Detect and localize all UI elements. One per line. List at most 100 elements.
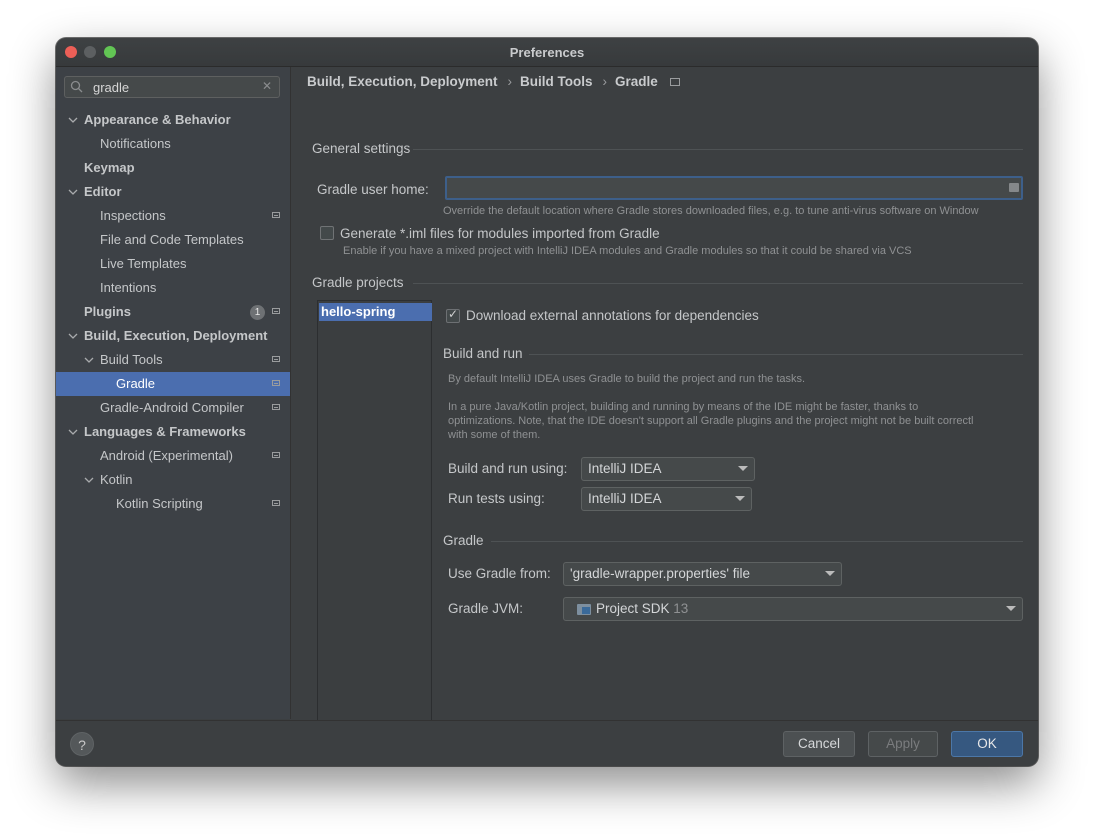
gradle-jvm-value: Project SDK [596, 601, 670, 616]
build-run-using-value: IntelliJ IDEA [588, 461, 662, 476]
window-title: Preferences [509, 45, 585, 60]
project-list-item[interactable]: hello-spring [319, 303, 432, 321]
sidebar-item-notifications[interactable]: Notifications [56, 132, 290, 156]
chevron-down-icon [738, 466, 748, 471]
sidebar-item-label: Notifications [100, 136, 171, 151]
build-run-using-label: Build and run using: [448, 461, 568, 476]
dialog-footer: ? Cancel Apply OK [56, 720, 1038, 766]
sidebar-item-build-tools[interactable]: Build Tools [56, 348, 290, 372]
use-gradle-from-dropdown[interactable]: 'gradle-wrapper.properties' file [563, 562, 842, 586]
use-gradle-from-label: Use Gradle from: [448, 566, 551, 581]
sidebar-item-label: Languages & Frameworks [84, 424, 246, 439]
sidebar-item-label: File and Code Templates [100, 232, 244, 247]
build-run-using-dropdown[interactable]: IntelliJ IDEA [581, 457, 755, 481]
project-level-icon [272, 356, 280, 362]
breadcrumb: Build, Execution, Deployment › Build Tools… [307, 74, 686, 92]
project-level-icon [272, 308, 280, 314]
sidebar-item-label: Editor [84, 184, 122, 199]
breadcrumb-separator-icon: › [602, 74, 608, 89]
general-settings-header: General settings [312, 141, 411, 156]
clear-search-icon[interactable]: ✕ [262, 79, 272, 93]
gradle-user-home-field[interactable] [445, 176, 1023, 200]
sidebar-item-live-templates[interactable]: Live Templates [56, 252, 290, 276]
gradle-user-home-label: Gradle user home: [317, 182, 429, 197]
updates-count-badge: 1 [250, 305, 265, 320]
build-run-detail-line: In a pure Java/Kotlin project, building … [448, 401, 919, 413]
sidebar-item-label: Gradle [116, 376, 156, 391]
sidebar-item-appearance-behavior[interactable]: Appearance & Behavior [56, 108, 290, 132]
help-button[interactable]: ? [70, 732, 94, 756]
sidebar-item-keymap[interactable]: Keymap [56, 156, 290, 180]
settings-search-box[interactable]: ✕ [64, 76, 280, 98]
project-sdk-icon [577, 604, 591, 615]
run-tests-using-label: Run tests using: [448, 491, 545, 506]
sidebar-item-label: Gradle-Android Compiler [100, 400, 244, 415]
project-level-icon [669, 78, 680, 87]
run-tests-using-dropdown[interactable]: IntelliJ IDEA [581, 487, 752, 511]
chevron-down-icon[interactable] [68, 324, 78, 348]
build-run-detail-line: optimizations. Note, that the IDE doesn'… [448, 415, 974, 427]
sidebar-item-label: Kotlin [100, 472, 133, 487]
browse-folder-icon[interactable] [1009, 183, 1019, 192]
sidebar-item-gradle-android-compiler[interactable]: Gradle-Android Compiler [56, 396, 290, 420]
chevron-down-icon [825, 571, 835, 576]
sidebar-item-label: Live Templates [100, 256, 187, 271]
settings-sidebar: ✕ Appearance & Behavior Notifications Keym… [56, 67, 291, 719]
title-bar: Preferences [56, 38, 1038, 67]
sidebar-item-build-execution-deployment[interactable]: Build, Execution, Deployment [56, 324, 290, 348]
chevron-down-icon[interactable] [84, 468, 94, 492]
sidebar-item-label: Inspections [100, 208, 166, 223]
gradle-user-home-hint: Override the default location where Grad… [443, 205, 979, 217]
section-divider [413, 283, 1023, 284]
gradle-projects-list[interactable]: hello-spring [317, 300, 432, 725]
download-annotations-label: Download external annotations for depend… [466, 308, 759, 323]
sidebar-item-plugins[interactable]: Plugins 1 [56, 300, 290, 324]
sidebar-item-file-and-code-templates[interactable]: File and Code Templates [56, 228, 290, 252]
chevron-down-icon [735, 496, 745, 501]
sidebar-item-languages-frameworks[interactable]: Languages & Frameworks [56, 420, 290, 444]
breadcrumb-item: Build, Execution, Deployment [307, 74, 498, 89]
section-divider [529, 354, 1023, 355]
sidebar-item-gradle[interactable]: Gradle [56, 372, 290, 396]
project-level-icon [272, 404, 280, 410]
sidebar-item-label: Keymap [84, 160, 135, 175]
use-gradle-from-value: 'gradle-wrapper.properties' file [570, 566, 750, 581]
generate-iml-checkbox[interactable] [320, 226, 334, 240]
sidebar-item-label: Build, Execution, Deployment [84, 328, 268, 343]
sidebar-item-kotlin[interactable]: Kotlin [56, 468, 290, 492]
settings-tree: Appearance & Behavior Notifications Keymap… [56, 108, 290, 516]
sidebar-item-inspections[interactable]: Inspections [56, 204, 290, 228]
breadcrumb-separator-icon: › [507, 74, 513, 89]
generate-iml-label: Generate *.iml files for modules importe… [340, 226, 660, 241]
project-level-icon [272, 380, 280, 386]
apply-button[interactable]: Apply [868, 731, 938, 757]
breadcrumb-item: Gradle [615, 74, 658, 89]
sidebar-item-label: Android (Experimental) [100, 448, 233, 463]
gradle-jvm-version: 13 [673, 601, 689, 616]
sidebar-item-intentions[interactable]: Intentions [56, 276, 290, 300]
sidebar-item-editor[interactable]: Editor [56, 180, 290, 204]
gradle-settings-panel: Build, Execution, Deployment › Build Tools… [291, 67, 1038, 736]
breadcrumb-item: Build Tools [520, 74, 593, 89]
gradle-jvm-dropdown[interactable]: Project SDK 13 [563, 597, 1023, 621]
gradle-jvm-label: Gradle JVM: [448, 601, 524, 616]
build-run-detail-line: with some of them. [448, 429, 541, 441]
section-divider [491, 541, 1023, 542]
chevron-down-icon [1006, 606, 1016, 611]
sidebar-item-label: Build Tools [100, 352, 163, 367]
chevron-down-icon[interactable] [68, 180, 78, 204]
ok-button[interactable]: OK [951, 731, 1023, 757]
download-annotations-checkbox[interactable]: ✓ [446, 307, 460, 323]
sidebar-item-kotlin-scripting[interactable]: Kotlin Scripting [56, 492, 290, 516]
sidebar-item-label: Appearance & Behavior [84, 112, 231, 127]
sidebar-item-android-experimental[interactable]: Android (Experimental) [56, 444, 290, 468]
sidebar-item-label: Plugins [84, 304, 131, 319]
chevron-down-icon[interactable] [68, 108, 78, 132]
cancel-button[interactable]: Cancel [783, 731, 855, 757]
search-input[interactable] [93, 79, 253, 95]
chevron-down-icon[interactable] [68, 420, 78, 444]
chevron-down-icon[interactable] [84, 348, 94, 372]
search-icon [70, 80, 84, 94]
project-level-icon [272, 500, 280, 506]
sidebar-item-label: Kotlin Scripting [116, 496, 203, 511]
